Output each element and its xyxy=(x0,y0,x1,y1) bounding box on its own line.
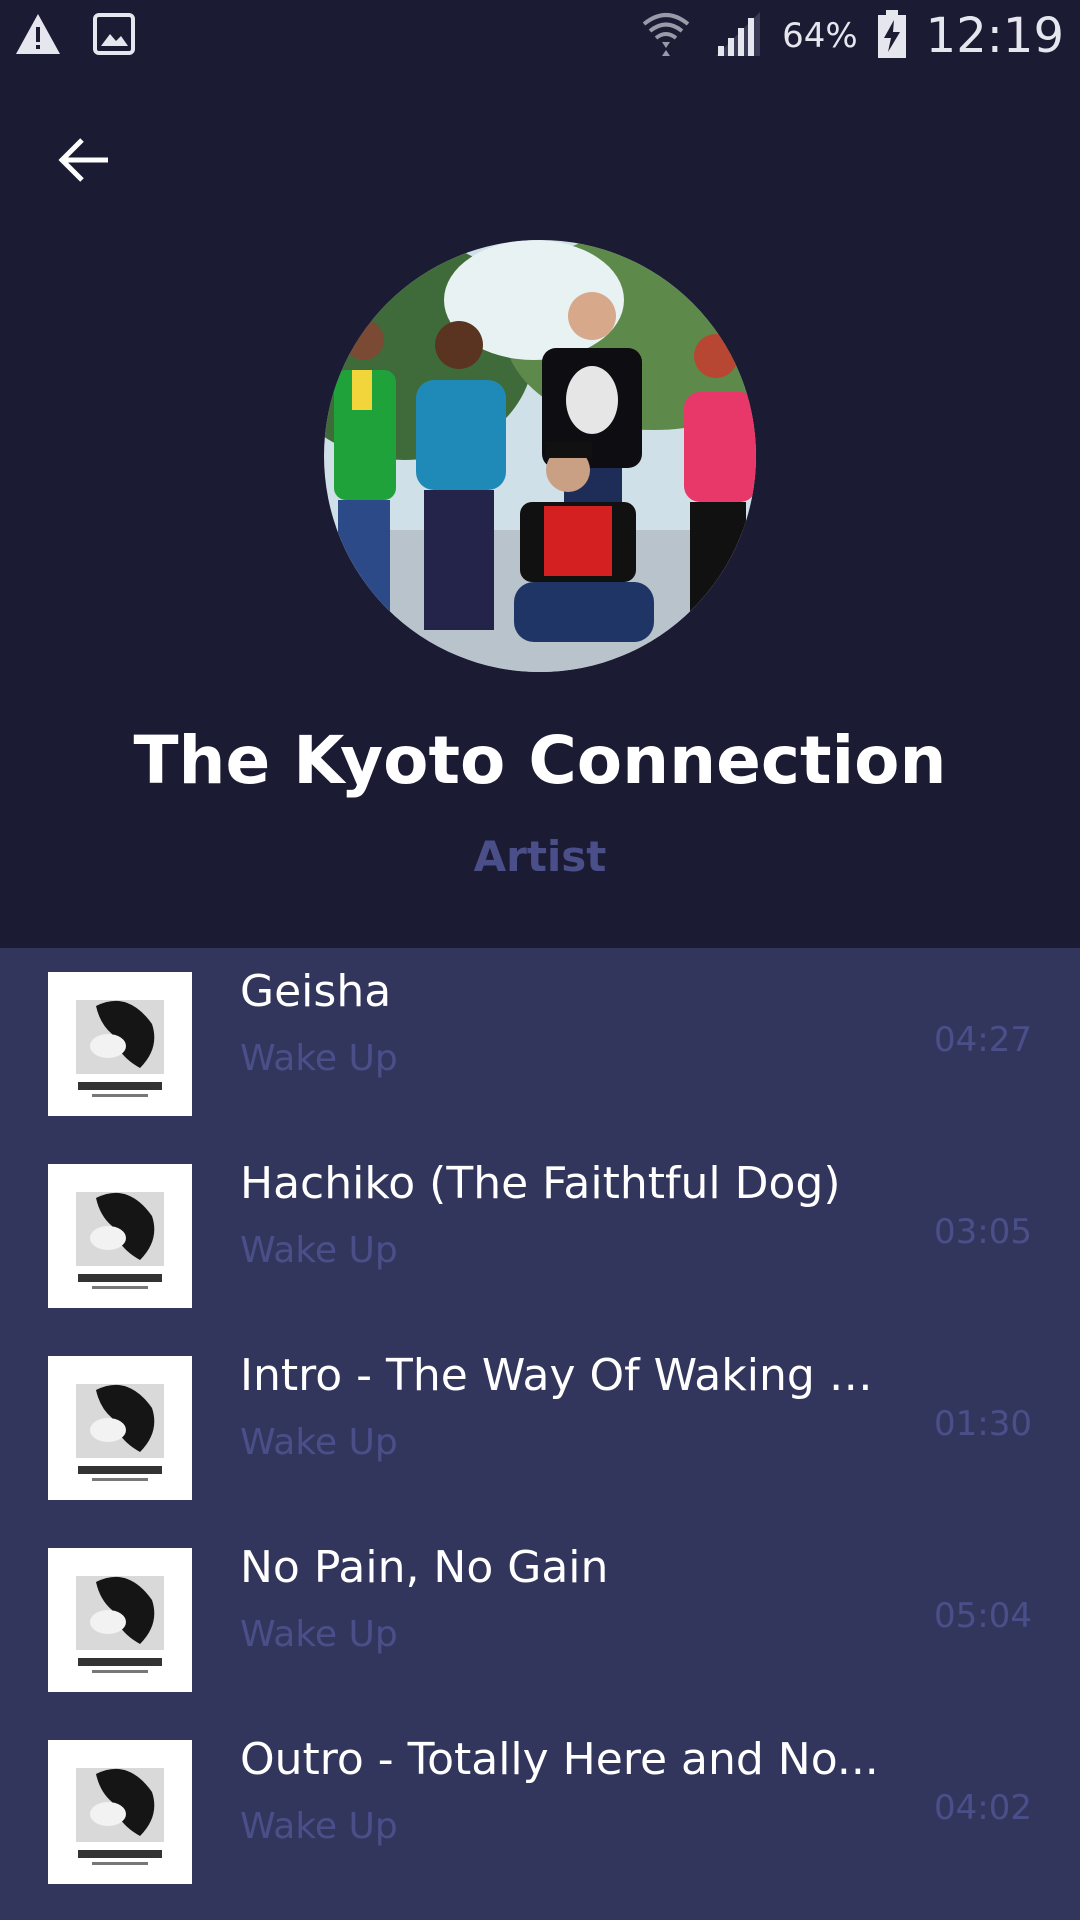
album-art-thumbnail xyxy=(48,1356,192,1500)
track-row[interactable]: Intro - The Way Of Waking U... Wake Up 0… xyxy=(0,1332,1080,1524)
album-art-thumbnail xyxy=(48,1164,192,1308)
image-icon xyxy=(92,12,136,60)
battery-percent: 64% xyxy=(782,16,858,56)
status-left xyxy=(14,10,136,62)
track-row[interactable]: No Pain, No Gain Wake Up 05:04 xyxy=(0,1524,1080,1716)
back-button[interactable] xyxy=(44,122,124,202)
track-album: Wake Up xyxy=(240,1614,398,1655)
track-row[interactable]: Outro - Totally Here and No... Wake Up 0… xyxy=(0,1716,1080,1908)
track-row[interactable]: Hachiko (The Faithtful Dog) Wake Up 03:0… xyxy=(0,1140,1080,1332)
status-right: 64% 12:19 xyxy=(638,6,1064,66)
track-title: No Pain, No Gain xyxy=(240,1542,609,1593)
track-duration: 03:05 xyxy=(934,1212,1032,1252)
track-duration: 04:02 xyxy=(934,1788,1032,1828)
track-title: Intro - The Way Of Waking U... xyxy=(240,1350,900,1401)
warning-icon xyxy=(14,10,62,62)
track-duration: 04:27 xyxy=(934,1020,1032,1060)
album-art-thumbnail xyxy=(48,1740,192,1884)
track-duration: 05:04 xyxy=(934,1596,1032,1636)
track-title: Geisha xyxy=(240,966,392,1017)
screen: 64% 12:19 The Kyoto Connection Artist Ge… xyxy=(0,0,1080,1920)
artist-photo xyxy=(324,240,756,672)
track-album: Wake Up xyxy=(240,1230,398,1271)
signal-icon xyxy=(712,8,764,64)
wifi-icon xyxy=(638,6,694,66)
battery-charging-icon xyxy=(876,8,908,64)
album-art-thumbnail xyxy=(48,1548,192,1692)
track-album: Wake Up xyxy=(240,1038,398,1079)
track-title: Hachiko (The Faithtful Dog) xyxy=(240,1158,841,1209)
status-bar: 64% 12:19 xyxy=(0,0,1080,72)
status-time: 12:19 xyxy=(925,8,1064,64)
track-duration: 01:30 xyxy=(934,1404,1032,1444)
artist-header: The Kyoto Connection Artist xyxy=(0,72,1080,948)
track-row[interactable]: Geisha Wake Up 04:27 xyxy=(0,948,1080,1140)
album-art-thumbnail xyxy=(48,972,192,1116)
back-arrow-icon xyxy=(56,132,112,192)
track-album: Wake Up xyxy=(240,1422,398,1463)
artist-subtitle: Artist xyxy=(473,832,607,881)
artist-name: The Kyoto Connection xyxy=(133,722,947,799)
track-title: Outro - Totally Here and No... xyxy=(240,1734,879,1785)
track-list: Geisha Wake Up 04:27 Hachiko (The Faitht… xyxy=(0,948,1080,1920)
track-album: Wake Up xyxy=(240,1806,398,1847)
